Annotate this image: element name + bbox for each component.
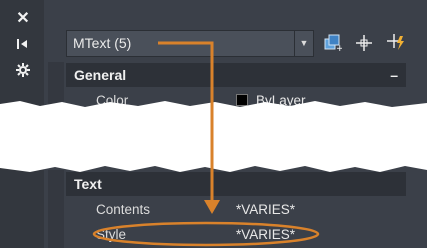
chevron-down-icon[interactable]: ▼: [294, 31, 313, 56]
property-label: Color: [96, 93, 129, 108]
toggle-pickadd-icon[interactable]: +: [322, 32, 344, 54]
select-objects-icon[interactable]: [353, 32, 375, 54]
svg-text:+: +: [336, 44, 342, 52]
property-row-color[interactable]: Color ByLayer: [66, 89, 406, 113]
property-label: Style: [96, 227, 127, 242]
selection-label: MText (5): [73, 35, 132, 51]
section-title: General: [74, 67, 127, 83]
property-value: *VARIES*: [236, 202, 296, 217]
section-title: Text: [74, 176, 102, 192]
settings-icon[interactable]: [15, 62, 31, 78]
selection-dropdown[interactable]: MText (5) ▼: [66, 30, 314, 57]
property-label: Contents: [96, 202, 151, 217]
autohide-icon[interactable]: [15, 36, 31, 52]
section-general-header[interactable]: General –: [66, 63, 406, 87]
property-row-style[interactable]: Style *VARIES*: [66, 223, 406, 247]
panel-gutter: [48, 62, 64, 114]
close-icon[interactable]: ✕: [15, 10, 31, 27]
property-value: ByLayer: [236, 89, 306, 113]
collapse-toggle[interactable]: –: [390, 63, 398, 87]
color-swatch: [236, 94, 248, 106]
property-row-contents[interactable]: Contents *VARIES*: [66, 198, 406, 222]
panel-gutter: [48, 170, 64, 248]
quick-select-icon[interactable]: [385, 32, 407, 54]
section-text-header[interactable]: Text: [66, 172, 406, 196]
property-value: *VARIES*: [236, 227, 296, 242]
